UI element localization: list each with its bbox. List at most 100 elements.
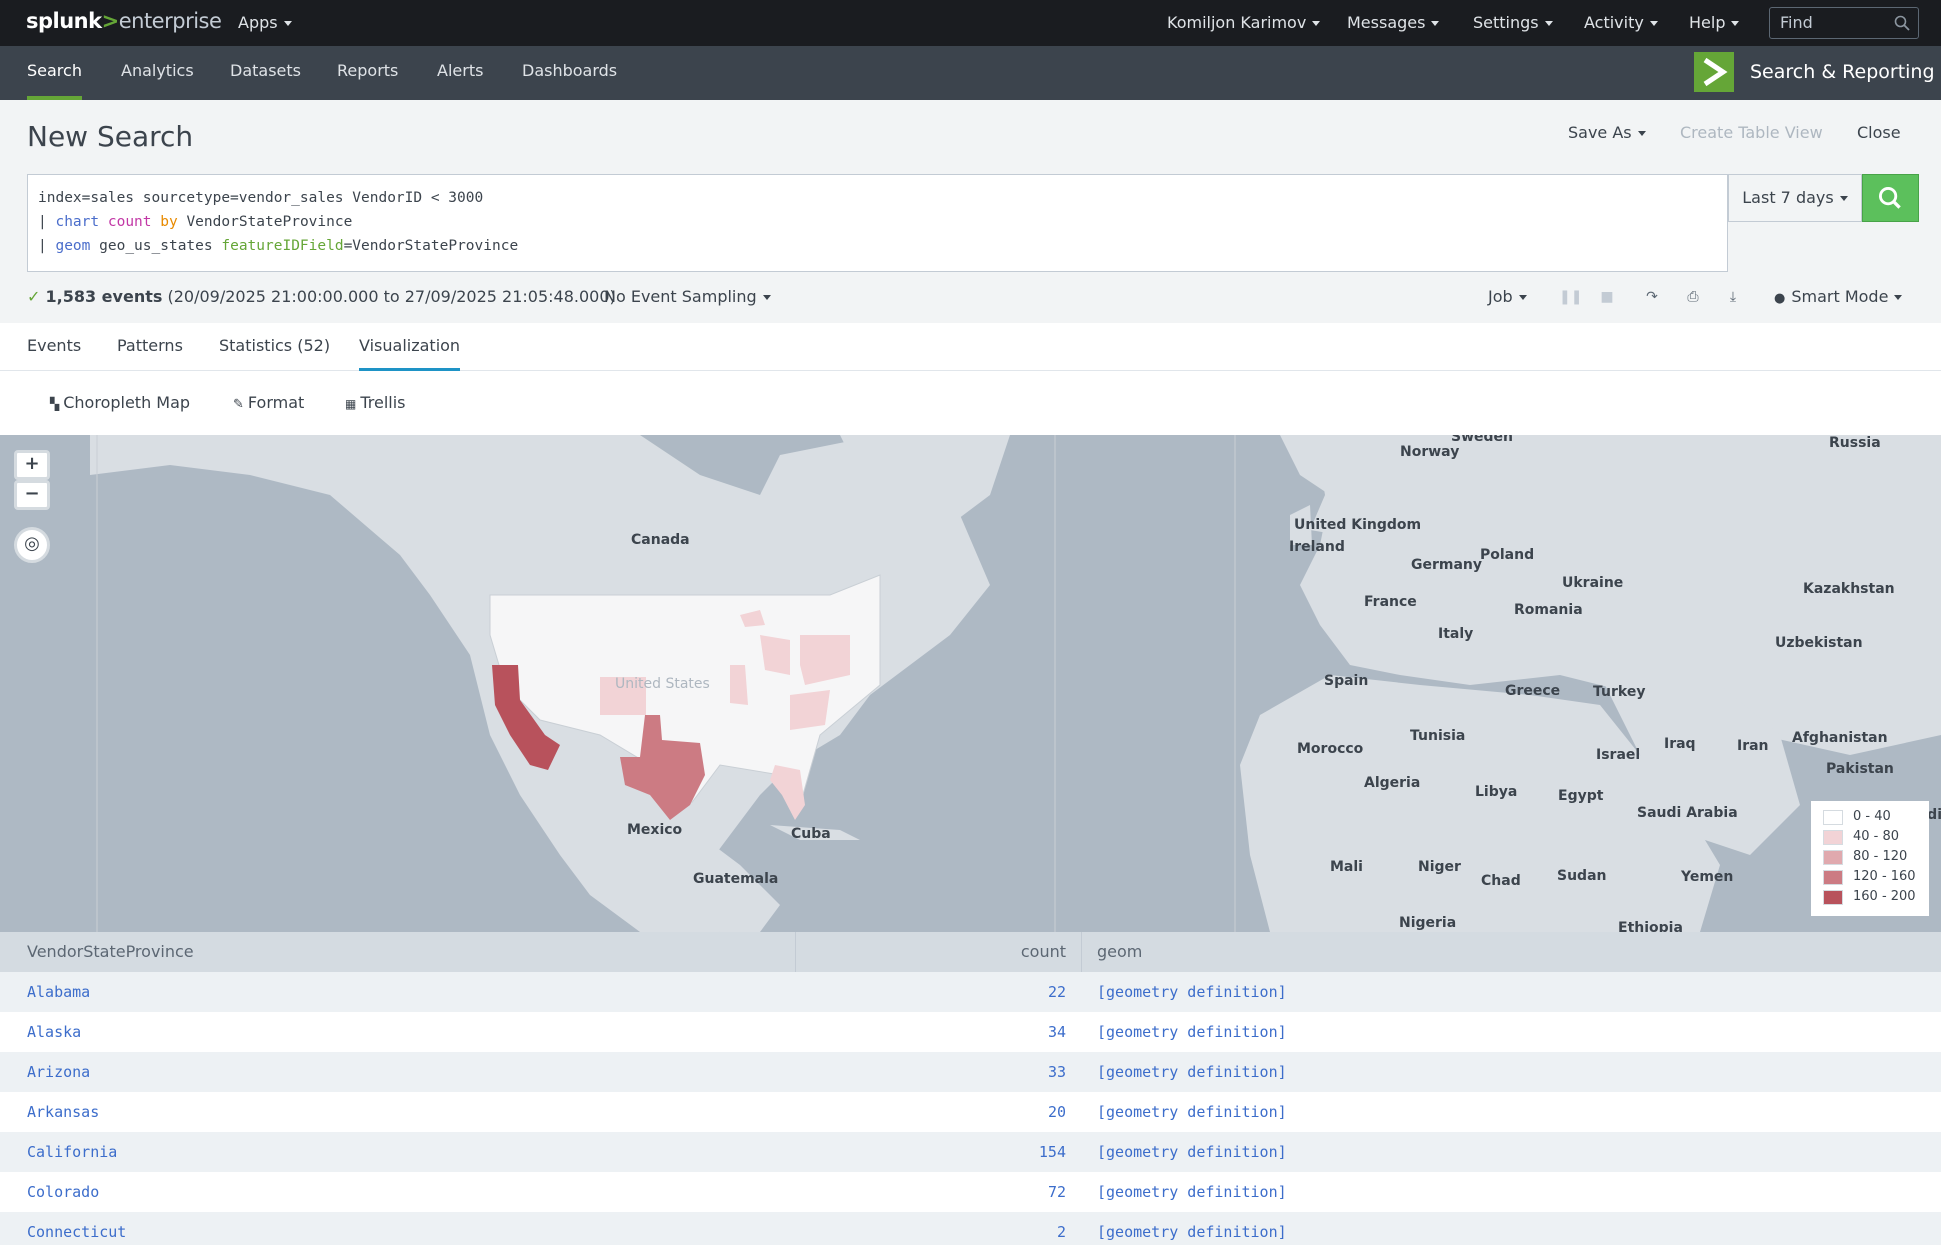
trellis-button[interactable]: ▦ Trellis xyxy=(345,393,406,412)
map-icon: ▚ xyxy=(50,397,60,411)
create-table-view-button[interactable]: Create Table View xyxy=(1680,123,1823,142)
cell-count[interactable]: 154 xyxy=(1039,1132,1066,1172)
map-label: Russia xyxy=(1829,435,1881,451)
cell-state[interactable]: Arkansas xyxy=(27,1092,99,1132)
map-label: Chad xyxy=(1481,873,1521,889)
save-as-button[interactable]: Save As xyxy=(1568,123,1646,142)
settings-label: Settings xyxy=(1473,13,1539,32)
cell-geom[interactable]: [geometry definition] xyxy=(1097,1052,1287,1092)
cell-geom[interactable]: [geometry definition] xyxy=(1097,1132,1287,1172)
legend-item: 0 - 40 xyxy=(1823,807,1917,827)
activity-menu[interactable]: Activity xyxy=(1584,0,1658,46)
close-button[interactable]: Close xyxy=(1857,123,1901,142)
job-menu[interactable]: Job xyxy=(1488,287,1527,306)
cell-geom[interactable]: [geometry definition] xyxy=(1097,1172,1287,1212)
share-icon[interactable]: ↷ xyxy=(1643,288,1661,306)
map-label: Sudan xyxy=(1557,868,1607,884)
cell-state[interactable]: Colorado xyxy=(27,1172,99,1212)
nav-search[interactable]: Search xyxy=(27,46,82,100)
legend-item: 160 - 200 xyxy=(1823,887,1917,907)
caret-down-icon xyxy=(1518,295,1527,300)
zoom-in-button[interactable]: + xyxy=(14,450,50,480)
map-label: Mali xyxy=(1330,859,1363,875)
legend-label: 160 - 200 xyxy=(1853,889,1916,904)
map-label: Libya xyxy=(1475,784,1518,800)
legend-swatch xyxy=(1823,809,1843,825)
export-icon[interactable]: ⤓ xyxy=(1724,288,1742,306)
cell-count[interactable]: 34 xyxy=(1048,1012,1066,1052)
table-row: Alabama 22 [geometry definition] xyxy=(0,972,1941,1012)
search-query-input[interactable]: index=sales sourcetype=vendor_sales Vend… xyxy=(27,174,1728,272)
cell-geom[interactable]: [geometry definition] xyxy=(1097,1092,1287,1132)
cell-state[interactable]: California xyxy=(27,1132,117,1172)
help-menu[interactable]: Help xyxy=(1689,0,1740,46)
cell-count[interactable]: 33 xyxy=(1048,1052,1066,1092)
event-sampling-menu[interactable]: No Event Sampling xyxy=(604,287,771,306)
cell-count[interactable]: 72 xyxy=(1048,1172,1066,1212)
cell-geom[interactable]: [geometry definition] xyxy=(1097,1012,1287,1052)
cell-state[interactable]: Alabama xyxy=(27,972,90,1012)
nav-dashboards[interactable]: Dashboards xyxy=(522,46,617,100)
stop-icon[interactable]: ■ xyxy=(1598,288,1616,306)
tab-statistics[interactable]: Statistics (52) xyxy=(219,323,330,371)
caret-down-icon xyxy=(283,21,292,26)
tab-events[interactable]: Events xyxy=(27,323,81,371)
query-pipe: | xyxy=(38,214,56,230)
logo-text: splunk xyxy=(26,9,102,33)
settings-menu[interactable]: Settings xyxy=(1473,0,1553,46)
viz-type-label: Choropleth Map xyxy=(63,393,191,412)
nav-alerts[interactable]: Alerts xyxy=(437,46,483,100)
event-time-range: (20/09/2025 21:00:00.000 to 27/09/2025 2… xyxy=(167,287,616,306)
legend-item: 80 - 120 xyxy=(1823,847,1917,867)
cell-geom[interactable]: [geometry definition] xyxy=(1097,972,1287,1012)
find-input[interactable]: Find xyxy=(1769,7,1919,39)
map-label: Egypt xyxy=(1558,788,1604,804)
query-field: VendorStateProvince xyxy=(186,214,353,230)
print-icon[interactable]: ⎙ xyxy=(1684,288,1702,306)
app-logo-icon xyxy=(1694,52,1734,92)
logo-product: enterprise xyxy=(118,9,222,33)
column-header-geom[interactable]: geom xyxy=(1097,932,1142,972)
tab-patterns[interactable]: Patterns xyxy=(117,323,183,371)
locate-icon[interactable]: ◎ xyxy=(14,527,50,563)
zoom-out-button[interactable]: − xyxy=(14,480,50,510)
app-nav-bar: Search Analytics Datasets Reports Alerts… xyxy=(0,46,1941,100)
sampling-label: No Event Sampling xyxy=(604,287,757,306)
cell-count[interactable]: 22 xyxy=(1048,972,1066,1012)
search-mode-menu[interactable]: ● Smart Mode xyxy=(1774,287,1903,306)
legend-label: 120 - 160 xyxy=(1853,869,1916,884)
cell-geom[interactable]: [geometry definition] xyxy=(1097,1212,1287,1245)
pause-icon[interactable]: ❚❚ xyxy=(1559,288,1582,306)
messages-menu[interactable]: Messages xyxy=(1347,0,1440,46)
tab-visualization[interactable]: Visualization xyxy=(359,323,461,371)
cell-state[interactable]: Connecticut xyxy=(27,1212,126,1245)
caret-down-icon xyxy=(762,295,771,300)
cell-count[interactable]: 20 xyxy=(1048,1092,1066,1132)
map-label: Romania xyxy=(1514,602,1583,618)
search-go-button[interactable] xyxy=(1862,174,1919,222)
result-tabs: Events Patterns Statistics (52) Visualiz… xyxy=(0,323,1941,371)
splunk-logo[interactable]: splunk>enterprise xyxy=(26,9,222,33)
viz-type-picker[interactable]: ▚ Choropleth Map xyxy=(50,393,190,412)
format-button[interactable]: ✎ Format xyxy=(233,393,304,412)
column-header-state[interactable]: VendorStateProvince xyxy=(27,932,194,972)
map-label: Greece xyxy=(1505,683,1561,699)
column-header-count[interactable]: count xyxy=(1021,932,1066,972)
nav-analytics[interactable]: Analytics xyxy=(121,46,194,100)
cell-count[interactable]: 2 xyxy=(1057,1212,1066,1245)
event-count[interactable]: 1,583 events xyxy=(46,287,163,306)
map-label: Guatemala xyxy=(693,871,779,887)
choropleth-map[interactable]: + − ◎ Sweden Russia Norway Canada United… xyxy=(0,435,1941,932)
user-menu[interactable]: Komiljon Karimov xyxy=(1167,0,1321,46)
time-range-picker[interactable]: Last 7 days xyxy=(1728,174,1862,222)
apps-menu[interactable]: Apps xyxy=(238,0,292,46)
check-icon: ✓ xyxy=(27,287,41,306)
nav-datasets[interactable]: Datasets xyxy=(230,46,301,100)
column-divider xyxy=(1081,932,1082,972)
help-label: Help xyxy=(1689,13,1726,32)
app-title: Search & Reporting xyxy=(1750,61,1935,83)
nav-reports[interactable]: Reports xyxy=(337,46,398,100)
cell-state[interactable]: Alaska xyxy=(27,1012,81,1052)
map-legend: 0 - 40 40 - 80 80 - 120 120 - 160 160 - … xyxy=(1811,801,1929,916)
cell-state[interactable]: Arizona xyxy=(27,1052,90,1092)
